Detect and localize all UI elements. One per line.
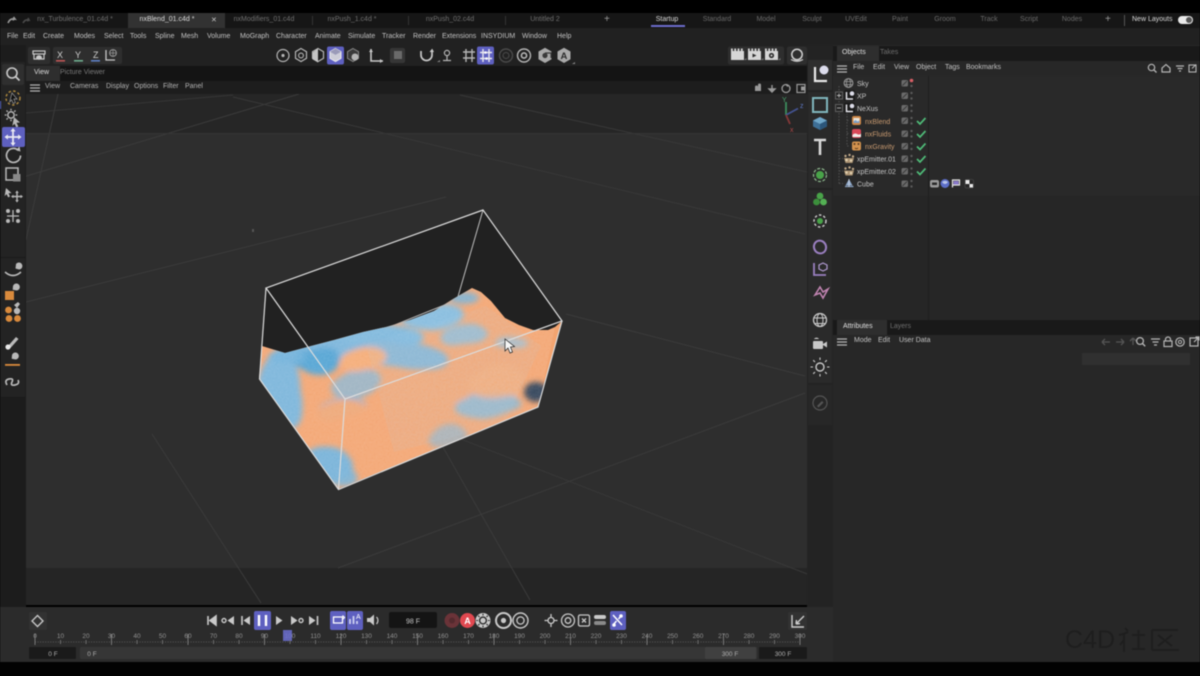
svg-text:A: A <box>561 51 568 62</box>
svg-text:160: 160 <box>438 633 449 640</box>
svg-text:X: X <box>57 50 63 60</box>
svg-text:230: 230 <box>616 633 627 640</box>
svg-text:80: 80 <box>235 633 243 640</box>
svg-text:220: 220 <box>591 633 602 640</box>
svg-text:Y: Y <box>75 50 81 60</box>
svg-text:x: x <box>790 127 794 134</box>
svg-text:z: z <box>800 103 804 110</box>
svg-text:nxGravity: nxGravity <box>865 144 895 151</box>
svg-text:Y: Y <box>782 97 787 104</box>
svg-text:20: 20 <box>82 633 90 640</box>
svg-text:10: 10 <box>57 633 65 640</box>
svg-text:140: 140 <box>387 633 398 640</box>
svg-text:XP: XP <box>857 94 867 101</box>
svg-text:xpEmitter.01: xpEmitter.01 <box>857 157 896 164</box>
svg-text:260: 260 <box>693 633 704 640</box>
svg-text:A: A <box>464 616 471 626</box>
svg-text:110: 110 <box>310 633 321 640</box>
svg-text:nxFluids: nxFluids <box>865 132 892 139</box>
svg-text:A: A <box>356 614 361 621</box>
svg-text:280: 280 <box>744 633 755 640</box>
svg-text:Cube: Cube <box>857 182 874 189</box>
svg-text:40: 40 <box>133 633 141 640</box>
svg-text:190: 190 <box>514 633 525 640</box>
svg-text:50: 50 <box>159 633 167 640</box>
svg-text:NeXus: NeXus <box>857 106 879 113</box>
svg-text:130: 130 <box>361 633 372 640</box>
svg-text:70: 70 <box>210 633 218 640</box>
svg-text:300 F: 300 F <box>722 651 739 658</box>
svg-text:Z: Z <box>93 50 99 60</box>
svg-text:170: 170 <box>463 633 474 640</box>
svg-text:xpEmitter.02: xpEmitter.02 <box>857 169 896 176</box>
svg-text:0 F: 0 F <box>48 651 57 658</box>
svg-text:98 F: 98 F <box>406 619 420 626</box>
svg-text:300 F: 300 F <box>775 651 792 658</box>
svg-text:200: 200 <box>540 633 551 640</box>
svg-text:0 F: 0 F <box>87 651 96 658</box>
svg-text:250: 250 <box>667 633 678 640</box>
svg-text:Sky: Sky <box>857 81 869 88</box>
svg-text:nxBlend: nxBlend <box>865 119 890 126</box>
svg-text:290: 290 <box>769 633 780 640</box>
